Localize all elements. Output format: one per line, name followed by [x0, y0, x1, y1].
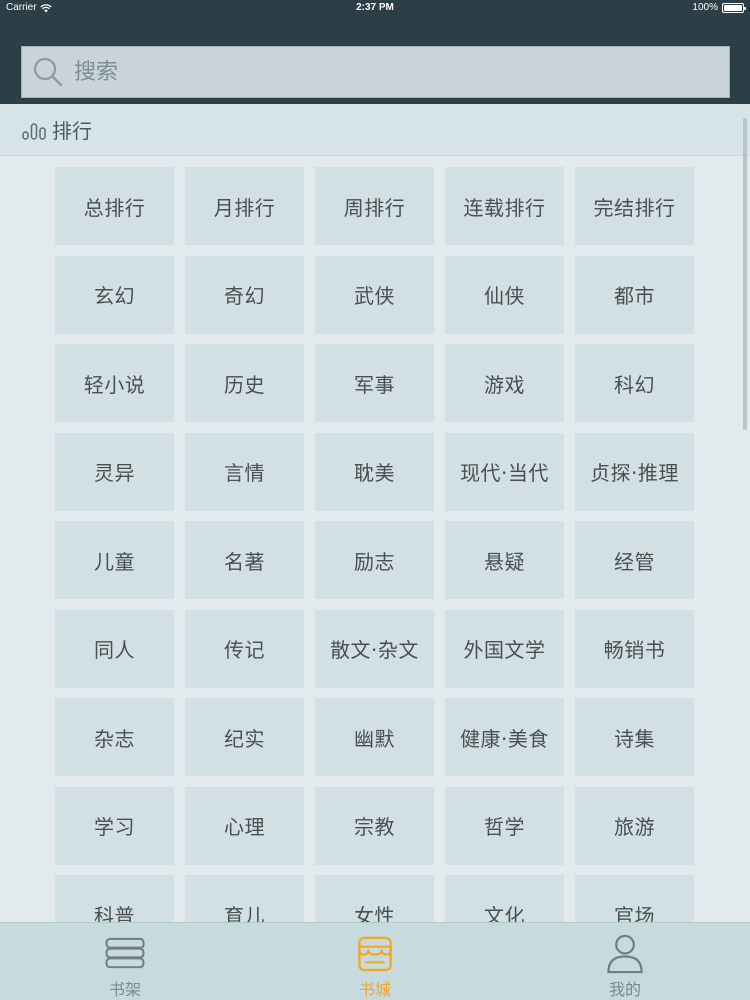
category-tile[interactable]: 散文·杂文 — [315, 609, 434, 688]
category-tile[interactable]: 轻小说 — [55, 344, 174, 422]
category-tile[interactable]: 心理 — [185, 786, 304, 865]
tab-label-bookshelf: 书架 — [108, 980, 141, 999]
battery-indicator: 100% — [692, 0, 746, 16]
search-icon — [33, 57, 63, 87]
profile-icon — [607, 934, 643, 974]
category-tile[interactable]: 贞探·推理 — [575, 432, 694, 511]
category-tile[interactable]: 耽美 — [315, 432, 434, 511]
category-tile[interactable]: 言情 — [185, 432, 304, 511]
category-tile[interactable]: 哲学 — [445, 786, 564, 865]
category-tile[interactable]: 官场 — [575, 875, 694, 922]
category-tile[interactable]: 健康·美食 — [445, 698, 564, 776]
category-tile[interactable]: 励志 — [315, 521, 434, 599]
category-tile[interactable]: 科普 — [55, 875, 174, 922]
category-tile[interactable]: 诗集 — [575, 698, 694, 776]
category-tile[interactable]: 武侠 — [315, 255, 434, 334]
category-tile[interactable]: 都市 — [575, 255, 694, 334]
category-tile[interactable]: 旅游 — [575, 786, 694, 865]
category-tile[interactable]: 悬疑 — [445, 521, 564, 599]
category-tile[interactable]: 育儿 — [185, 875, 304, 922]
category-tile[interactable]: 周排行 — [315, 167, 434, 245]
category-tile[interactable]: 历史 — [185, 344, 304, 422]
category-tile[interactable]: 畅销书 — [575, 609, 694, 688]
category-tile[interactable]: 传记 — [185, 609, 304, 688]
tab-label-profile: 我的 — [608, 980, 641, 999]
category-tile[interactable]: 学习 — [55, 786, 174, 865]
tab-bookstore[interactable]: 书城 — [250, 923, 500, 1000]
search-input[interactable] — [74, 59, 674, 85]
category-tile[interactable]: 灵异 — [55, 432, 174, 511]
category-tile[interactable]: 名著 — [185, 521, 304, 599]
tab-bar: 书架 书城 我的 — [0, 922, 750, 1000]
header — [0, 16, 750, 104]
category-tile[interactable]: 科幻 — [575, 344, 694, 422]
category-tile[interactable]: 女性 — [315, 875, 434, 922]
category-tile[interactable]: 玄幻 — [55, 255, 174, 334]
category-tile[interactable]: 游戏 — [445, 344, 564, 422]
category-tile[interactable]: 同人 — [55, 609, 174, 688]
tab-bookshelf[interactable]: 书架 — [0, 923, 250, 1000]
category-tile[interactable]: 军事 — [315, 344, 434, 422]
status-time: 2:37 PM — [356, 2, 394, 13]
category-tile[interactable]: 儿童 — [55, 521, 174, 599]
scrollbar[interactable] — [743, 118, 747, 430]
category-tile[interactable]: 外国文学 — [445, 609, 564, 688]
ranking-section-header[interactable]: 排行 — [0, 104, 750, 156]
category-tile[interactable]: 经管 — [575, 521, 694, 599]
bookstore-icon — [358, 936, 392, 972]
category-tile[interactable]: 宗教 — [315, 786, 434, 865]
search-bar[interactable] — [21, 46, 730, 98]
category-tile[interactable]: 纪实 — [185, 698, 304, 776]
category-tile[interactable]: 杂志 — [55, 698, 174, 776]
category-tile[interactable]: 幽默 — [315, 698, 434, 776]
battery-percent: 100% — [692, 2, 718, 13]
category-tile[interactable]: 总排行 — [55, 167, 174, 245]
category-tile[interactable]: 连载排行 — [445, 167, 564, 245]
status-bar: Carrier 2:37 PM 100% — [0, 0, 750, 16]
category-tile[interactable]: 现代·当代 — [445, 432, 564, 511]
tab-label-bookstore: 书城 — [358, 980, 391, 999]
category-tile[interactable]: 完结排行 — [575, 167, 694, 245]
battery-icon — [722, 3, 746, 13]
bar-chart-icon — [22, 122, 46, 140]
category-tile[interactable]: 奇幻 — [185, 255, 304, 334]
category-grid: 总排行 月排行 周排行 连载排行 完结排行玄幻 奇幻 武侠 仙侠 都市轻小说 历史 军事 游戏 科幻灵异… — [55, 167, 696, 922]
section-title: 排行 — [52, 119, 92, 143]
bookshelf-icon — [105, 937, 145, 969]
tab-profile[interactable]: 我的 — [500, 923, 750, 1000]
category-tile[interactable]: 月排行 — [185, 167, 304, 245]
category-tile[interactable]: 仙侠 — [445, 255, 564, 334]
category-tile[interactable]: 文化 — [445, 875, 564, 922]
